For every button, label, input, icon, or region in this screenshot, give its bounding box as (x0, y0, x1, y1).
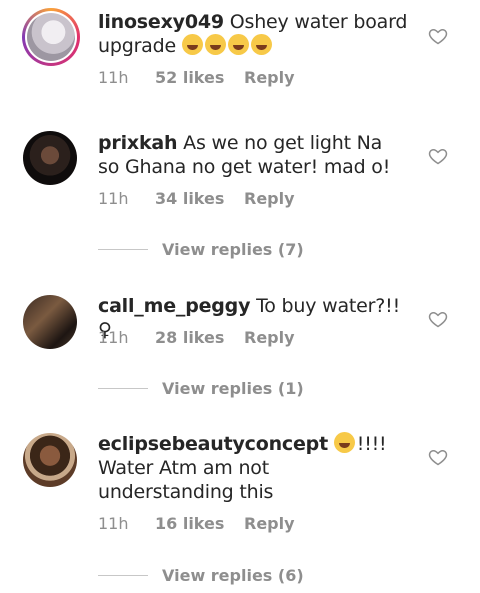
username[interactable]: prixkah (98, 132, 178, 154)
comment-text: eclipsebeautyconcept !!!! Water Atm am n… (98, 432, 408, 504)
view-replies-label[interactable]: View replies (1) (162, 379, 304, 398)
likes-count[interactable]: 28 likes (155, 328, 244, 347)
comment-text: linosexy049 Oshey water board upgrade (98, 10, 408, 58)
comment-meta: 11h 34 likes Reply (98, 189, 295, 208)
view-replies-toggle[interactable]: View replies (7) (98, 240, 304, 259)
reply-button[interactable]: Reply (244, 328, 295, 347)
likes-count[interactable]: 34 likes (155, 189, 244, 208)
view-replies-toggle[interactable]: View replies (6) (98, 566, 304, 585)
reply-button[interactable]: Reply (244, 68, 295, 87)
comment-meta: 11h 28 likes Reply (98, 328, 295, 347)
reply-button[interactable]: Reply (244, 189, 295, 208)
avatar[interactable] (23, 433, 77, 487)
avatar[interactable] (23, 295, 77, 349)
timestamp: 11h (98, 189, 129, 208)
divider-line (98, 388, 148, 389)
laughing-emoji-icon (181, 34, 274, 57)
heart-outline-icon[interactable] (428, 146, 448, 166)
laughing-emoji-icon (333, 432, 357, 455)
view-replies-label[interactable]: View replies (7) (162, 240, 304, 259)
heart-outline-icon[interactable] (428, 26, 448, 46)
comment-meta: 11h 16 likes Reply (98, 514, 295, 533)
username[interactable]: linosexy049 (98, 11, 224, 33)
avatar[interactable] (23, 131, 77, 185)
heart-outline-icon[interactable] (428, 447, 448, 467)
timestamp: 11h (98, 514, 129, 533)
timestamp: 11h (98, 68, 129, 87)
username[interactable]: call_me_peggy (98, 295, 250, 317)
comment-text: prixkah As we no get light Na so Ghana n… (98, 131, 408, 179)
timestamp: 11h (98, 328, 129, 347)
view-replies-label[interactable]: View replies (6) (162, 566, 304, 585)
likes-count[interactable]: 52 likes (155, 68, 244, 87)
comment-meta: 11h 52 likes Reply (98, 68, 295, 87)
heart-outline-icon[interactable] (428, 309, 448, 329)
likes-count[interactable]: 16 likes (155, 514, 244, 533)
divider-line (98, 575, 148, 576)
username[interactable]: eclipsebeautyconcept (98, 433, 328, 455)
avatar[interactable] (22, 8, 80, 66)
divider-line (98, 249, 148, 250)
reply-button[interactable]: Reply (244, 514, 295, 533)
view-replies-toggle[interactable]: View replies (1) (98, 379, 304, 398)
